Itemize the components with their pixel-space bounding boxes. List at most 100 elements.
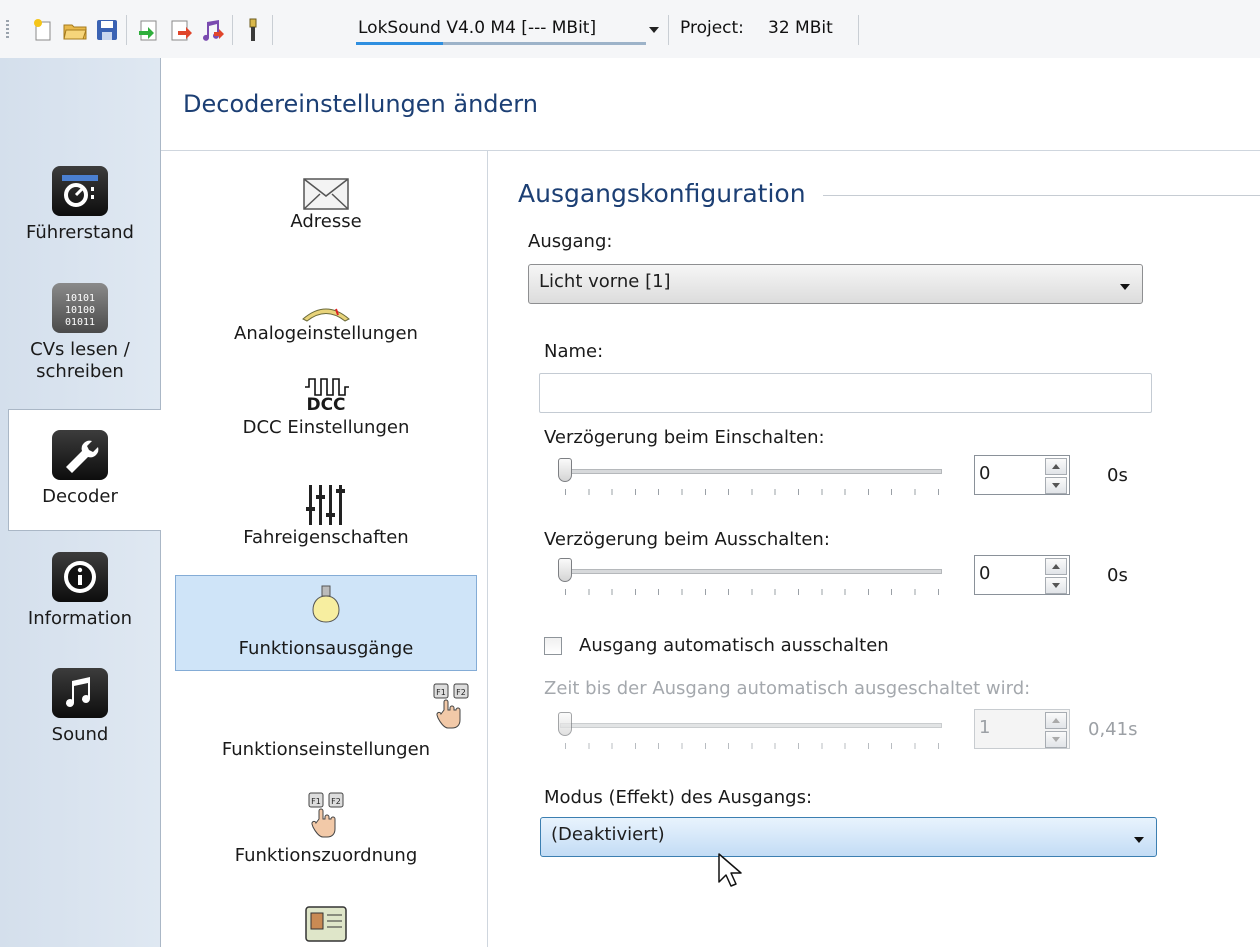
nav-item-information[interactable]: Information	[0, 552, 160, 630]
chevron-up-icon	[1052, 564, 1060, 569]
lightbulb-icon	[176, 576, 476, 630]
auto-time-slider-track	[560, 723, 942, 728]
mouse-pointer-icon	[717, 852, 743, 892]
chevron-down-icon[interactable]	[649, 27, 659, 33]
ausgang-select-value: Licht vorne [1]	[539, 271, 671, 292]
export-icon[interactable]	[168, 17, 194, 43]
info-icon	[52, 552, 108, 602]
category-label: Analogeinstellungen	[234, 323, 418, 344]
mode-select[interactable]: (Deaktiviert)	[540, 817, 1157, 857]
output-settings-pane: Ausgangskonfiguration Ausgang: Licht vor…	[488, 151, 1260, 947]
nav-item-decoder[interactable]: Decoder	[0, 430, 160, 508]
delay-on-unit: 0s	[1107, 465, 1128, 486]
auto-time-slider-ticks	[565, 743, 939, 749]
id-card-icon	[175, 889, 477, 945]
category-item-funktionseinstellungen[interactable]: F1 F2 Funktionseinstellungen	[175, 679, 477, 779]
cab-icon	[52, 166, 108, 216]
name-input[interactable]	[539, 373, 1152, 413]
chevron-down-icon	[1052, 583, 1060, 588]
delay-off-slider-ticks	[565, 589, 939, 595]
category-label: Funktionszuordnung	[234, 845, 418, 866]
nav-label: Sound	[51, 724, 109, 745]
new-file-icon[interactable]	[30, 17, 56, 43]
nav-label: Führerstand	[26, 222, 134, 243]
wrench-icon	[52, 430, 108, 480]
key-label: F2	[331, 797, 341, 806]
category-label: Funktionsausgänge	[238, 638, 414, 659]
stepper-up-button	[1045, 712, 1067, 729]
svg-text:10101: 10101	[65, 293, 95, 304]
toolbar-separator	[858, 15, 859, 45]
envelope-icon	[175, 165, 477, 211]
decoder-type-combo[interactable]: LokSound V4.0 M4 [--- MBit]	[358, 18, 596, 38]
sound-export-icon[interactable]	[200, 17, 226, 43]
stepper-up-button[interactable]	[1045, 558, 1067, 575]
category-item-funktionsausgaenge[interactable]: Funktionsausgänge	[175, 575, 477, 671]
key-label: F1	[311, 797, 321, 806]
left-navigation: Führerstand 10101 10100 01011 CVs lesen / …	[0, 58, 162, 947]
category-item-dcc[interactable]: DCC DCC Einstellungen	[175, 373, 477, 463]
toolbar-separator	[272, 15, 273, 45]
stepper-down-button[interactable]	[1045, 577, 1067, 594]
category-item-analog[interactable]: Analogeinstellungen	[175, 267, 477, 359]
nav-item-fuehrerstand[interactable]: Führerstand	[0, 166, 160, 244]
sliders-icon	[175, 477, 477, 527]
category-label: Adresse	[290, 211, 362, 232]
svg-text:01011: 01011	[65, 317, 95, 328]
chevron-down-icon	[1120, 284, 1130, 290]
category-item-more[interactable]	[175, 889, 477, 947]
stepper-down-button	[1045, 731, 1067, 748]
open-folder-icon[interactable]	[62, 17, 88, 43]
nav-label: Information	[27, 608, 133, 629]
nav-label: CVs lesen / schreiben	[30, 339, 130, 382]
toolbar-grip[interactable]	[6, 20, 9, 38]
function-mapping-icon: F1 F2	[175, 785, 477, 841]
mode-select-value: (Deaktiviert)	[551, 824, 665, 845]
key-label: F1	[436, 688, 446, 697]
category-label: Funktionseinstellungen	[221, 739, 431, 760]
stepper-down-button[interactable]	[1045, 477, 1067, 494]
name-label: Name:	[544, 341, 604, 362]
delay-on-label: Verzögerung beim Einschalten:	[544, 427, 825, 448]
delay-off-slider-track[interactable]	[560, 569, 942, 574]
delay-off-slider-thumb[interactable]	[558, 558, 572, 582]
usb-plug-icon[interactable]	[240, 17, 266, 43]
toolbar: LokSound V4.0 M4 [--- MBit] Project: 32 …	[0, 0, 1260, 58]
stepper-up-button[interactable]	[1045, 458, 1067, 475]
svg-text:10100: 10100	[65, 305, 95, 316]
save-icon[interactable]	[94, 17, 120, 43]
auto-off-label[interactable]: Ausgang automatisch ausschalten	[579, 635, 889, 656]
dcc-icon: DCC	[175, 373, 477, 417]
category-item-adresse[interactable]: Adresse	[175, 165, 477, 255]
auto-time-value: 1	[979, 717, 991, 738]
project-size: 32 MBit	[768, 18, 833, 38]
category-item-fahreigenschaften[interactable]: Fahreigenschaften	[175, 477, 477, 573]
auto-off-checkbox[interactable]	[544, 637, 562, 655]
toolbar-separator	[232, 15, 233, 45]
decoder-combo-progress	[356, 42, 646, 45]
delay-off-value: 0	[979, 563, 991, 584]
chevron-up-icon	[1052, 464, 1060, 469]
delay-off-unit: 0s	[1107, 565, 1128, 586]
nav-item-sound[interactable]: Sound	[0, 668, 160, 746]
page-title: Decodereinstellungen ändern	[183, 90, 538, 118]
delay-on-slider-track[interactable]	[560, 469, 942, 474]
chevron-down-icon	[1134, 837, 1144, 843]
delay-on-slider-thumb[interactable]	[558, 458, 572, 482]
chevron-up-icon	[1052, 718, 1060, 723]
delay-off-stepper[interactable]: 0	[974, 555, 1070, 595]
delay-on-stepper[interactable]: 0	[974, 455, 1070, 495]
function-keys-icon: F1 F2	[175, 679, 477, 735]
ausgang-select[interactable]: Licht vorne [1]	[528, 264, 1143, 304]
auto-time-label: Zeit bis der Ausgang automatisch ausgesc…	[544, 678, 1031, 699]
import-icon[interactable]	[136, 17, 162, 43]
auto-time-stepper: 1	[974, 709, 1070, 749]
nav-item-cvs[interactable]: 10101 10100 01011 CVs lesen / schreiben	[0, 283, 160, 383]
category-list: Adresse Analogeinstellungen DCC DCC Eins…	[161, 151, 488, 947]
nav-label: Decoder	[42, 486, 118, 507]
ausgang-label: Ausgang:	[528, 231, 613, 252]
category-item-funktionszuordnung[interactable]: F1 F2 Funktionszuordnung	[175, 785, 477, 885]
key-label: F2	[456, 688, 466, 697]
toolbar-separator	[668, 15, 669, 45]
mode-label: Modus (Effekt) des Ausgangs:	[544, 787, 813, 808]
